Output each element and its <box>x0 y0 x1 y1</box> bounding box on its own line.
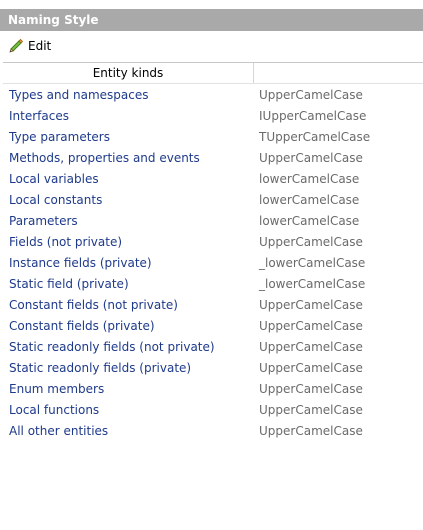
column-header-style[interactable] <box>254 63 423 83</box>
table-row[interactable]: Constant fields (not private) UpperCamelC… <box>0 295 423 316</box>
table-row[interactable]: Constant fields (private) UpperCamelCase <box>0 316 423 337</box>
naming-style-value: lowerCamelCase <box>259 193 360 207</box>
table-row[interactable]: Interfaces IUpperCamelCase <box>0 106 423 127</box>
table-row[interactable]: Parameters lowerCamelCase <box>0 211 423 232</box>
naming-style-value: UpperCamelCase <box>259 319 363 333</box>
naming-style-value: UpperCamelCase <box>259 403 363 417</box>
naming-style-value: lowerCamelCase <box>259 214 360 228</box>
entity-kind-label: Constant fields (private) <box>9 319 155 333</box>
entity-kind-label: Enum members <box>9 382 105 396</box>
table-row[interactable]: Instance fields (private) _lowerCamelCase <box>0 253 423 274</box>
edit-label: Edit <box>28 39 52 53</box>
table-row[interactable]: Static readonly fields (not private) Uppe… <box>0 337 423 358</box>
table-row[interactable]: All other entities UpperCamelCase <box>0 421 423 442</box>
naming-style-value: UpperCamelCase <box>259 382 363 396</box>
top-strip <box>0 0 423 9</box>
table-row[interactable]: Methods, properties and events UpperCamel… <box>0 148 423 169</box>
pencil-icon <box>8 38 24 54</box>
entity-kind-label: Type parameters <box>9 130 110 144</box>
entity-kind-label: Interfaces <box>9 109 69 123</box>
table-row[interactable]: Local constants lowerCamelCase <box>0 190 423 211</box>
naming-style-value: UpperCamelCase <box>259 340 363 354</box>
table-row[interactable]: Local functions UpperCamelCase <box>0 400 423 421</box>
entity-kind-label: All other entities <box>9 424 109 438</box>
table-row[interactable]: Fields (not private) UpperCamelCase <box>0 232 423 253</box>
entity-kind-label: Local functions <box>9 403 100 417</box>
table-row[interactable]: Enum members UpperCamelCase <box>0 379 423 400</box>
entity-kind-label: Types and namespaces <box>9 88 149 102</box>
naming-style-value: UpperCamelCase <box>259 235 363 249</box>
naming-style-value: _lowerCamelCase <box>259 256 366 270</box>
entity-kind-label: Constant fields (not private) <box>9 298 178 312</box>
naming-style-value: UpperCamelCase <box>259 151 363 165</box>
naming-style-value: UpperCamelCase <box>259 361 363 375</box>
entity-kind-label: Instance fields (private) <box>9 256 152 270</box>
column-header-entity-kinds[interactable]: Entity kinds <box>3 63 254 83</box>
naming-rules-list: Types and namespaces UpperCamelCase Interf… <box>0 85 423 442</box>
naming-style-value: _lowerCamelCase <box>259 277 366 291</box>
entity-kind-label: Static readonly fields (not private) <box>9 340 215 354</box>
table-header: Entity kinds <box>3 62 423 84</box>
entity-kind-label: Static readonly fields (private) <box>9 361 192 375</box>
table-row[interactable]: Types and namespaces UpperCamelCase <box>0 85 423 106</box>
table-row[interactable]: Type parameters TUpperCamelCase <box>0 127 423 148</box>
toolbar: Edit <box>0 31 423 61</box>
table-row[interactable]: Local variables lowerCamelCase <box>0 169 423 190</box>
entity-kind-label: Static field (private) <box>9 277 129 291</box>
naming-style-value: lowerCamelCase <box>259 172 360 186</box>
edit-button[interactable]: Edit <box>6 36 55 56</box>
entity-kind-label: Parameters <box>9 214 78 228</box>
naming-style-value: UpperCamelCase <box>259 88 363 102</box>
naming-style-value: TUpperCamelCase <box>259 130 371 144</box>
entity-kind-label: Fields (not private) <box>9 235 123 249</box>
naming-style-value: IUpperCamelCase <box>259 109 367 123</box>
entity-kind-label: Methods, properties and events <box>9 151 200 165</box>
table-row[interactable]: Static field (private) _lowerCamelCase <box>0 274 423 295</box>
entity-kind-label: Local variables <box>9 172 99 186</box>
naming-style-value: UpperCamelCase <box>259 298 363 312</box>
entity-kind-label: Local constants <box>9 193 103 207</box>
naming-style-value: UpperCamelCase <box>259 424 363 438</box>
panel-title: Naming Style <box>0 9 423 31</box>
table-row[interactable]: Static readonly fields (private) UpperCam… <box>0 358 423 379</box>
